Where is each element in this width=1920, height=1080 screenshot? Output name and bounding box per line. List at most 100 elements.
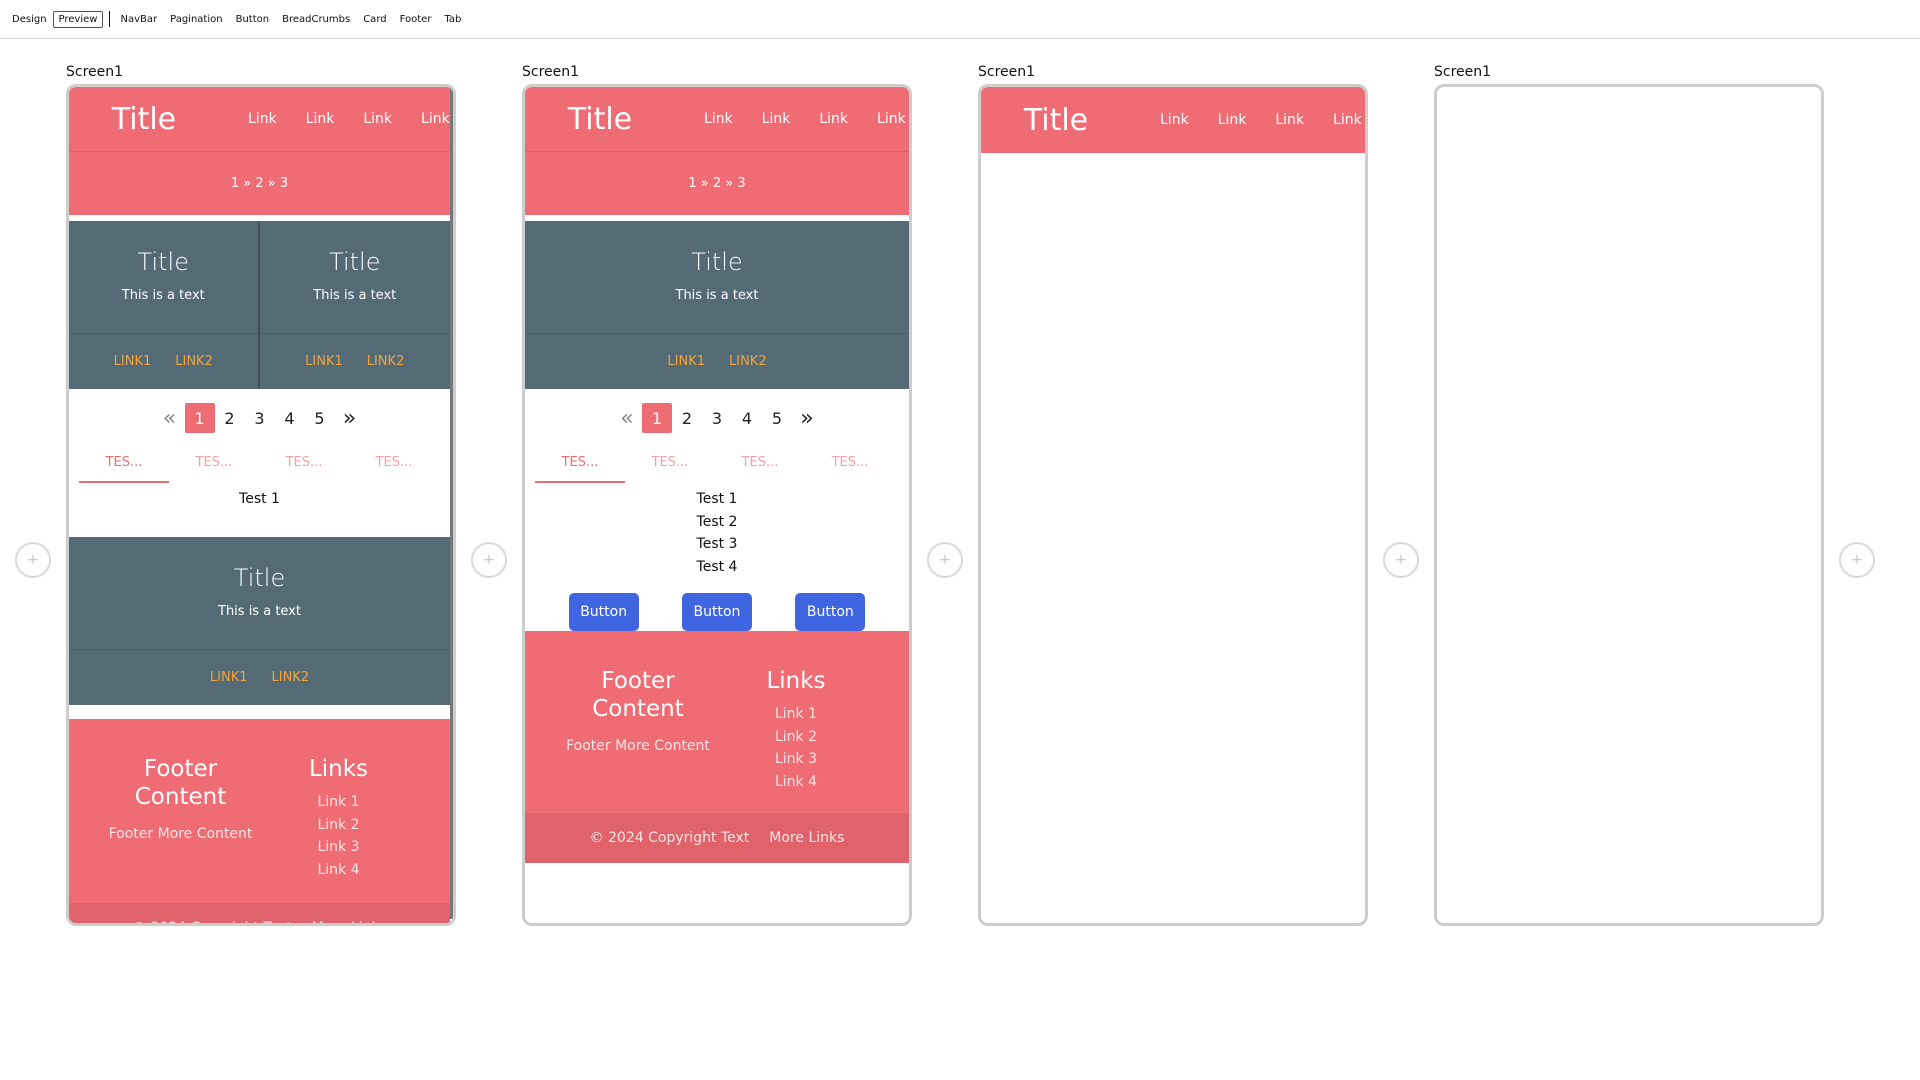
breadcrumb-item[interactable]: 1 [231,176,239,191]
footer: Footer Content Footer More Content Links… [525,631,909,863]
pagination-page-button[interactable]: 5 [305,403,335,433]
tab-1[interactable]: TES... [79,447,169,483]
navbar-link[interactable]: Link [306,111,335,127]
tab-content: Test 1 Test 2 Test 3 Test 4 [525,483,909,578]
more-links-link[interactable]: More Links [769,830,844,846]
navbar-title: Title [111,101,177,137]
card-link-2[interactable]: LINK2 [272,670,310,685]
design-mode-button[interactable]: Design [12,14,47,25]
footer-link[interactable]: Link 4 [260,859,418,882]
card-link-1[interactable]: LINK1 [305,354,343,369]
pagination-page-button[interactable]: 4 [732,403,762,433]
plus-icon: + [483,552,495,568]
navbar-link[interactable]: Link [877,111,906,127]
preview-mode-button[interactable]: Preview [52,10,104,28]
navbar-link[interactable]: Link [1160,112,1189,128]
tab-bar: TES... TES... TES... TES... [69,447,450,483]
footer-link[interactable]: Link 1 [717,703,875,726]
card-link-1[interactable]: LINK1 [210,670,248,685]
card-link-1[interactable]: LINK1 [667,354,705,369]
card-text: This is a text [121,288,205,303]
footer-links-heading: Links [766,668,826,694]
add-screen-button[interactable]: + [15,542,51,578]
navbar-link[interactable]: Link [1333,112,1362,128]
breadcrumb-item[interactable]: 3 [280,176,288,191]
card: Title This is a text LINK1 LINK2 [259,221,450,389]
navbar-link[interactable]: Link [762,111,791,127]
pagination-page-button[interactable]: 3 [245,403,275,433]
pagination-page-button[interactable]: 2 [215,403,245,433]
card-link-1[interactable]: LINK1 [114,354,152,369]
screen-frame[interactable]: Title Link Link Link Link 1 » 2 » 3 Titl… [66,84,456,926]
navbar-link[interactable]: Link [704,111,733,127]
pagination-prev-button[interactable]: « [612,403,642,433]
footer-link[interactable]: Link 1 [260,791,418,814]
footer-link[interactable]: Link 2 [260,814,418,837]
navbar-link[interactable]: Link [1275,112,1304,128]
screen-label: Screen1 [1434,64,1492,80]
pagination-page-button[interactable]: 2 [672,403,702,433]
pagination-page-button[interactable]: 1 [642,403,672,433]
component-card-button[interactable]: Card [363,14,386,25]
pagination-next-button[interactable]: » [335,403,365,433]
screen-frame[interactable] [1434,84,1824,926]
add-screen-button[interactable]: + [927,542,963,578]
navbar-link[interactable]: Link [819,111,848,127]
breadcrumb-item[interactable]: 3 [737,176,745,191]
tab-content-line: Test 1 [696,491,738,507]
footer-link[interactable]: Link 4 [717,771,875,794]
card-link-2[interactable]: LINK2 [367,354,405,369]
navbar-link[interactable]: Link [421,111,450,127]
footer-link[interactable]: Link 3 [717,748,875,771]
button[interactable]: Button [795,593,866,631]
breadcrumb-separator: » [267,176,276,191]
pagination-next-button[interactable]: » [792,403,822,433]
component-footer-button[interactable]: Footer [400,14,432,25]
breadcrumb-item[interactable]: 1 [688,176,696,191]
pagination-page-button[interactable]: 1 [184,403,215,433]
component-tab-button[interactable]: Tab [444,14,461,25]
plus-icon: + [939,552,951,568]
tab-4[interactable]: TES... [349,447,439,483]
tab-3[interactable]: TES... [259,447,349,483]
navbar-link[interactable]: Link [1218,112,1247,128]
screen-label: Screen1 [522,64,580,80]
component-pagination-button[interactable]: Pagination [170,14,222,25]
pagination-page-button[interactable]: 4 [275,403,305,433]
plus-icon: + [1851,552,1863,568]
tab-1[interactable]: TES... [535,447,625,483]
card-link-2[interactable]: LINK2 [729,354,767,369]
tab-2[interactable]: TES... [169,447,259,483]
footer-link[interactable]: Link 3 [260,836,418,859]
add-screen-button[interactable]: + [1839,542,1875,578]
component-navbar-button[interactable]: NavBar [120,14,157,25]
card-text: This is a text [675,288,759,303]
button[interactable]: Button [681,593,752,631]
footer-bottom-bar: © 2024 Copyright Text More Links [69,903,450,923]
add-screen-button[interactable]: + [471,542,507,578]
component-button-button[interactable]: Button [236,14,270,25]
component-breadcrumbs-button[interactable]: BreadCrumbs [282,14,350,25]
pagination-prev-button[interactable]: « [155,403,185,433]
screen-frame[interactable]: Title Link Link Link Link [978,84,1368,926]
card-title: Title [329,248,381,276]
tab-4[interactable]: TES... [805,447,895,483]
more-links-link[interactable]: More Links [312,920,387,923]
navbar-link[interactable]: Link [363,111,392,127]
breadcrumb-item[interactable]: 2 [713,176,721,191]
add-screen-button[interactable]: + [1383,542,1419,578]
pagination-page-button[interactable]: 3 [702,403,732,433]
card-link-2[interactable]: LINK2 [175,354,213,369]
footer-link[interactable]: Link 2 [717,726,875,749]
navbar-link[interactable]: Link [248,111,277,127]
pagination-page-button[interactable]: 5 [762,403,792,433]
tab-2[interactable]: TES... [625,447,715,483]
footer-text: Footer More Content [566,738,710,754]
tab-3[interactable]: TES... [715,447,805,483]
button[interactable]: Button [568,593,639,631]
top-toolbar: Design Preview NavBar Pagination Button … [0,0,1920,39]
plus-icon: + [1395,552,1407,568]
tab-content-line: Test 1 [239,491,280,507]
breadcrumb-item[interactable]: 2 [255,176,263,191]
screen-frame[interactable]: Title Link Link Link Link 1 » 2 » 3 Titl… [522,84,912,926]
